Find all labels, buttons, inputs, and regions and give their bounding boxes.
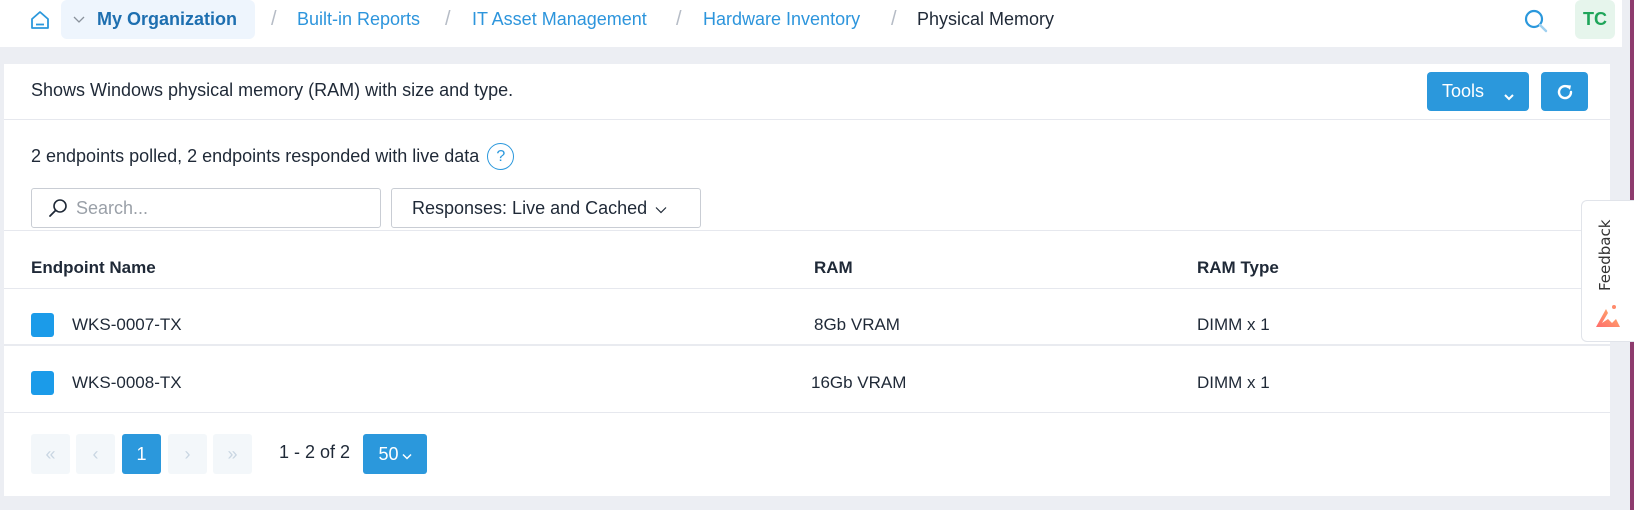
cell-endpoint-name: WKS-0007-TX xyxy=(72,315,182,334)
responses-filter-label: Responses: Live and Cached xyxy=(412,197,648,218)
breadcrumb-separator: / xyxy=(445,8,451,30)
breadcrumb-hardware-inventory[interactable]: Hardware Inventory xyxy=(703,9,860,30)
page-1-button[interactable]: 1 xyxy=(122,434,161,474)
divider xyxy=(4,344,1610,346)
row-checkbox[interactable] xyxy=(31,313,54,337)
previous-page-button[interactable]: ‹ xyxy=(76,434,115,474)
row-checkbox[interactable] xyxy=(31,371,54,395)
divider xyxy=(4,288,1610,289)
column-header-ram[interactable]: RAM xyxy=(814,258,853,278)
organization-name: My Organization xyxy=(97,9,238,29)
feedback-logo-icon xyxy=(1596,305,1620,327)
breadcrumb-separator: / xyxy=(891,8,897,30)
divider xyxy=(4,230,1610,231)
next-page-button[interactable]: › xyxy=(168,434,207,474)
refresh-button[interactable] xyxy=(1541,72,1588,111)
cell-ram: 16Gb VRAM xyxy=(811,373,907,392)
column-header-ram-type[interactable]: RAM Type xyxy=(1197,258,1279,278)
feedback-tab[interactable]: Feedback xyxy=(1581,200,1634,342)
pagination-range: 1 - 2 of 2 xyxy=(279,442,351,462)
search-icon xyxy=(1524,9,1548,33)
poll-status-text: 2 endpoints polled, 2 endpoints responde… xyxy=(31,146,480,166)
page-size-dropdown[interactable]: 50 xyxy=(363,434,427,474)
cell-ram-type: DIMM x 1 xyxy=(1197,373,1270,392)
divider xyxy=(4,412,1610,413)
breadcrumb-it-asset-management[interactable]: IT Asset Management xyxy=(472,9,647,30)
column-header-endpoint-name[interactable]: Endpoint Name xyxy=(31,258,156,278)
cell-endpoint-name: WKS-0008-TX xyxy=(72,373,182,392)
user-avatar[interactable]: TC xyxy=(1575,0,1615,39)
tools-dropdown-button[interactable]: Tools xyxy=(1427,72,1529,111)
chevron-down-icon xyxy=(401,444,412,465)
home-button[interactable] xyxy=(28,8,52,32)
poll-status: 2 endpoints polled, 2 endpoints responde… xyxy=(31,143,515,170)
report-panel: Shows Windows physical memory (RAM) with… xyxy=(4,64,1610,496)
divider xyxy=(4,119,1610,120)
feedback-label: Feedback xyxy=(1596,219,1614,291)
chevron-down-icon xyxy=(73,13,87,27)
home-icon xyxy=(31,11,49,29)
organization-selector[interactable]: My Organization xyxy=(61,0,255,39)
chevron-down-icon xyxy=(1503,85,1515,106)
last-page-button[interactable]: » xyxy=(213,434,252,474)
first-page-button[interactable]: « xyxy=(31,434,70,474)
responses-filter-dropdown[interactable]: Responses: Live and Cached xyxy=(391,188,701,228)
report-description: Shows Windows physical memory (RAM) with… xyxy=(31,80,514,100)
breadcrumb-current-page: Physical Memory xyxy=(917,9,1055,29)
search-input[interactable] xyxy=(76,197,356,219)
cell-ram-type: DIMM x 1 xyxy=(1197,315,1270,334)
refresh-icon xyxy=(1557,84,1572,99)
tools-label: Tools xyxy=(1442,81,1485,101)
breadcrumb-separator: / xyxy=(676,8,682,30)
page-size-value: 50 xyxy=(378,443,399,464)
search-field[interactable] xyxy=(31,188,381,228)
cell-ram: 8Gb VRAM xyxy=(814,315,900,334)
global-search-button[interactable] xyxy=(1523,8,1549,34)
top-navigation-bar: My Organization / Built-in Reports / IT … xyxy=(0,0,1622,47)
help-icon[interactable]: ? xyxy=(487,143,515,170)
breadcrumb-separator: / xyxy=(271,8,277,30)
chevron-down-icon xyxy=(655,198,667,219)
search-icon xyxy=(49,199,67,217)
breadcrumb-built-in-reports[interactable]: Built-in Reports xyxy=(297,9,420,30)
